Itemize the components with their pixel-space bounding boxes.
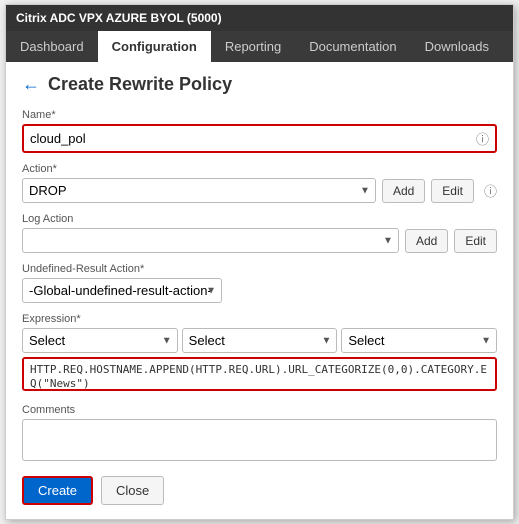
title-bar: Citrix ADC VPX AZURE BYOL (5000) bbox=[6, 5, 513, 31]
log-action-select[interactable] bbox=[22, 228, 399, 253]
nav-item-configuration[interactable]: Configuration bbox=[98, 31, 211, 62]
name-label: Name* bbox=[22, 109, 497, 121]
action-select-wrapper: DROP ▼ bbox=[22, 178, 376, 203]
name-field-group: Name* ⓘ bbox=[22, 109, 497, 153]
main-window: Citrix ADC VPX AZURE BYOL (5000) Dashboa… bbox=[5, 4, 514, 520]
expression-select3[interactable]: Select bbox=[341, 328, 497, 353]
expression-select3-wrapper: Select ▼ bbox=[341, 328, 497, 353]
name-info-icon[interactable]: ⓘ bbox=[476, 129, 489, 148]
nav-item-documentation[interactable]: Documentation bbox=[295, 31, 410, 62]
comments-field-group: Comments bbox=[22, 404, 497, 464]
expression-select1[interactable]: Select bbox=[22, 328, 178, 353]
expression-select2[interactable]: Select bbox=[182, 328, 338, 353]
name-input-wrapper: ⓘ bbox=[22, 124, 497, 153]
comments-textarea[interactable] bbox=[22, 419, 497, 461]
action-label: Action* bbox=[22, 163, 497, 175]
create-button[interactable]: Create bbox=[22, 476, 93, 505]
expression-textarea[interactable]: HTTP.REQ.HOSTNAME.APPEND(HTTP.REQ.URL).U… bbox=[22, 357, 497, 391]
log-action-field-group: Log Action ▼ Add Edit bbox=[22, 213, 497, 253]
action-add-button[interactable]: Add bbox=[382, 179, 425, 203]
action-info-icon[interactable]: ⓘ bbox=[484, 181, 497, 200]
close-button[interactable]: Close bbox=[101, 476, 164, 505]
nav-item-downloads[interactable]: Downloads bbox=[411, 31, 503, 62]
action-select[interactable]: DROP bbox=[22, 178, 376, 203]
undefined-result-field-group: Undefined-Result Action* -Global-undefin… bbox=[22, 263, 497, 303]
comments-label: Comments bbox=[22, 404, 497, 416]
log-action-label: Log Action bbox=[22, 213, 497, 225]
back-arrow[interactable]: ← bbox=[22, 74, 40, 95]
action-row: DROP ▼ Add Edit ⓘ bbox=[22, 178, 497, 203]
page-header: ← Create Rewrite Policy bbox=[22, 74, 497, 95]
form-actions: Create Close bbox=[22, 476, 497, 505]
title-bar-label: Citrix ADC VPX AZURE BYOL (5000) bbox=[16, 11, 222, 25]
name-input[interactable] bbox=[30, 131, 472, 146]
undefined-result-select-wrapper: -Global-undefined-result-action- ▼ bbox=[22, 278, 222, 303]
expression-label: Expression* bbox=[22, 313, 497, 325]
log-action-add-button[interactable]: Add bbox=[405, 229, 448, 253]
undefined-result-select[interactable]: -Global-undefined-result-action- bbox=[22, 278, 222, 303]
expression-select2-wrapper: Select ▼ bbox=[182, 328, 338, 353]
action-edit-button[interactable]: Edit bbox=[431, 179, 474, 203]
nav-bar: Dashboard Configuration Reporting Docume… bbox=[6, 31, 513, 62]
expression-selects-row: Select ▼ Select ▼ Select ▼ bbox=[22, 328, 497, 353]
nav-item-reporting[interactable]: Reporting bbox=[211, 31, 295, 62]
expression-select1-wrapper: Select ▼ bbox=[22, 328, 178, 353]
content-area: ← Create Rewrite Policy Name* ⓘ Action* … bbox=[6, 62, 513, 519]
undefined-result-label: Undefined-Result Action* bbox=[22, 263, 497, 275]
log-action-edit-button[interactable]: Edit bbox=[454, 229, 497, 253]
expression-field-group: Expression* Select ▼ Select ▼ Select bbox=[22, 313, 497, 394]
action-field-group: Action* DROP ▼ Add Edit ⓘ bbox=[22, 163, 497, 203]
log-action-select-wrapper: ▼ bbox=[22, 228, 399, 253]
nav-item-dashboard[interactable]: Dashboard bbox=[6, 31, 98, 62]
log-action-row: ▼ Add Edit bbox=[22, 228, 497, 253]
page-title: Create Rewrite Policy bbox=[48, 74, 232, 95]
